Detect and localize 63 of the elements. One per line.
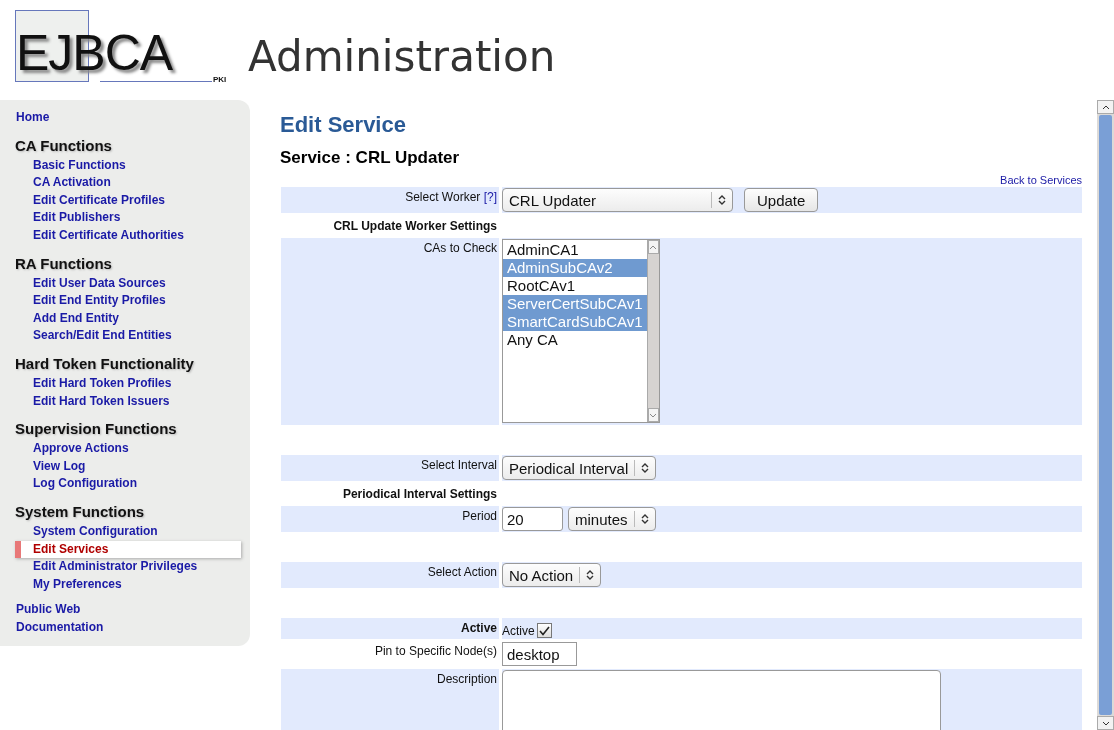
nav-section-heading: RA Functions (14, 254, 113, 272)
nav-link[interactable]: System Configuration (0, 522, 241, 541)
up-down-caret-icon (586, 569, 595, 581)
back-link[interactable]: Back to Services (1000, 174, 1082, 186)
field-label: Select Interval (420, 458, 497, 472)
help-link[interactable]: [?] (483, 190, 497, 204)
field-label: Period (462, 509, 497, 523)
nav-link[interactable]: Log Configuration (0, 475, 241, 493)
listbox[interactable]: AdminCA1 AdminSubCAv2 RootCAv1 ServerCertSubCAv1 SmartCardSubCAv1 Any CA (502, 239, 660, 423)
section-heading: Periodical Interval Settings (342, 487, 497, 501)
nav-link[interactable]: View Log (0, 457, 241, 476)
nav-section-heading: Hard Token Functionality (14, 354, 195, 372)
page-banner-title: Administration (248, 32, 556, 82)
nav-link[interactable]: Public Web (0, 601, 250, 619)
checkmark-icon (538, 625, 550, 636)
field-label: CAs to Check (423, 241, 497, 255)
nav-link[interactable]: Edit Certificate Authorities (0, 226, 241, 245)
nav-link[interactable]: Edit End Entity Profiles (0, 292, 241, 310)
nav-link[interactable]: Edit Certificate Profiles (0, 191, 241, 210)
up-down-caret-icon (718, 194, 726, 206)
description-textarea[interactable] (502, 670, 941, 730)
nav-link[interactable]: Edit User Data Sources (0, 274, 241, 293)
nav-link[interactable]: Search/Edit End Entities (0, 327, 241, 345)
up-down-caret-icon (641, 462, 650, 474)
scroll-down-button[interactable] (1097, 716, 1114, 730)
page-title: Edit Service (280, 112, 407, 138)
text-input[interactable]: desktop (502, 642, 577, 666)
nav-link[interactable]: Documentation (0, 618, 250, 637)
nav-section-heading: System Functions (14, 502, 146, 520)
nav-link[interactable]: Edit Services (15, 540, 241, 559)
scrollbar-thumb[interactable] (1099, 115, 1112, 715)
period-input[interactable]: 20 (502, 507, 563, 531)
listbox-option[interactable]: AdminCA1 (503, 241, 647, 259)
nav-section-heading: CA Functions (14, 136, 113, 154)
scroll-up-button[interactable] (1097, 100, 1114, 114)
dropdown[interactable]: CRL Updater (502, 188, 733, 212)
dropdown[interactable]: No Action (502, 563, 602, 587)
section-heading: CRL Update Worker Settings (333, 219, 497, 233)
nav-link[interactable]: Basic Functions (0, 156, 241, 175)
field-label: Pin to Specific Node(s) (374, 644, 497, 658)
nav-link[interactable]: Edit Administrator Privileges (0, 558, 241, 576)
field-label: Select Action (427, 565, 497, 579)
listbox-option[interactable]: Any CA (503, 331, 647, 349)
up-down-caret-icon (640, 513, 649, 525)
unit-dropdown[interactable]: minutes (568, 507, 656, 531)
service-heading: Service : CRL Updater (280, 148, 461, 168)
nav-link[interactable]: Edit Publishers (0, 209, 241, 227)
nav-link[interactable]: Edit Hard Token Profiles (0, 374, 241, 393)
field-label: Description (436, 672, 497, 686)
checkbox-label: Active (502, 623, 535, 638)
nav-link[interactable]: CA Activation (0, 174, 241, 192)
update-button[interactable]: Update (744, 188, 819, 212)
nav-link[interactable]: My Preferences (0, 575, 241, 594)
nav-link[interactable]: Edit Hard Token Issuers (0, 392, 241, 411)
nav-link[interactable]: Home (0, 109, 250, 127)
field-label: Active (460, 621, 497, 635)
nav-link[interactable]: Approve Actions (0, 440, 241, 458)
active-checkbox[interactable] (536, 623, 552, 638)
field-label: Select Worker (405, 190, 481, 204)
listbox-option[interactable]: RootCAv1 (503, 277, 647, 295)
dropdown[interactable]: Periodical Interval (502, 456, 657, 480)
nav-link[interactable]: Add End Entity (0, 309, 241, 328)
nav-section-heading: Supervision Functions (14, 420, 178, 438)
